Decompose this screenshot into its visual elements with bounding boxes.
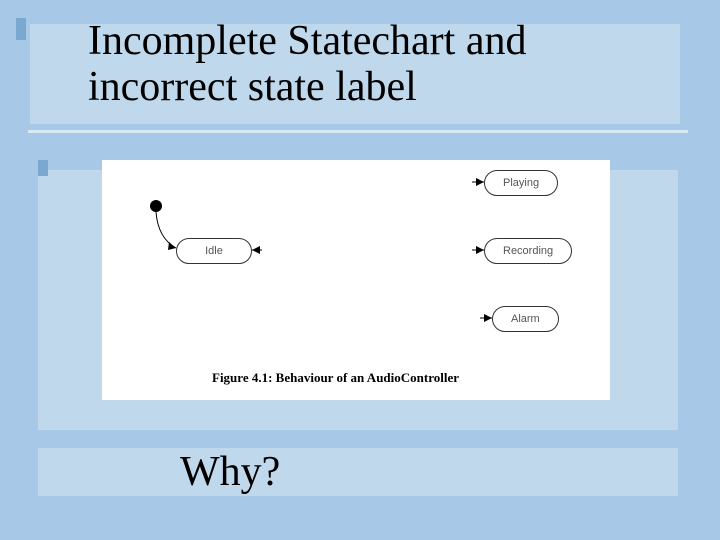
transition-lines <box>102 160 610 400</box>
title-underline <box>28 130 688 133</box>
state-recording-label: Recording <box>503 245 553 257</box>
slide-title: Incomplete Statechart and incorrect stat… <box>88 18 688 110</box>
state-alarm: Alarm <box>492 306 559 332</box>
title-line-2: incorrect state label <box>88 64 688 110</box>
why-question: Why? <box>180 448 280 496</box>
state-alarm-label: Alarm <box>511 313 540 325</box>
state-idle-label: Idle <box>205 245 223 257</box>
figure-caption: Figure 4.1: Behaviour of an AudioControl… <box>212 370 459 386</box>
title-line-1: Incomplete Statechart and <box>88 18 688 64</box>
state-playing-label: Playing <box>503 177 539 189</box>
footer-shadow <box>38 448 678 496</box>
slide-accent-body <box>38 160 48 176</box>
state-recording: Recording <box>484 238 572 264</box>
statechart-diagram: Idle Playing Recording Alarm Figure 4.1:… <box>102 160 610 400</box>
state-playing: Playing <box>484 170 558 196</box>
state-idle: Idle <box>176 238 252 264</box>
slide-accent-top <box>16 18 26 40</box>
